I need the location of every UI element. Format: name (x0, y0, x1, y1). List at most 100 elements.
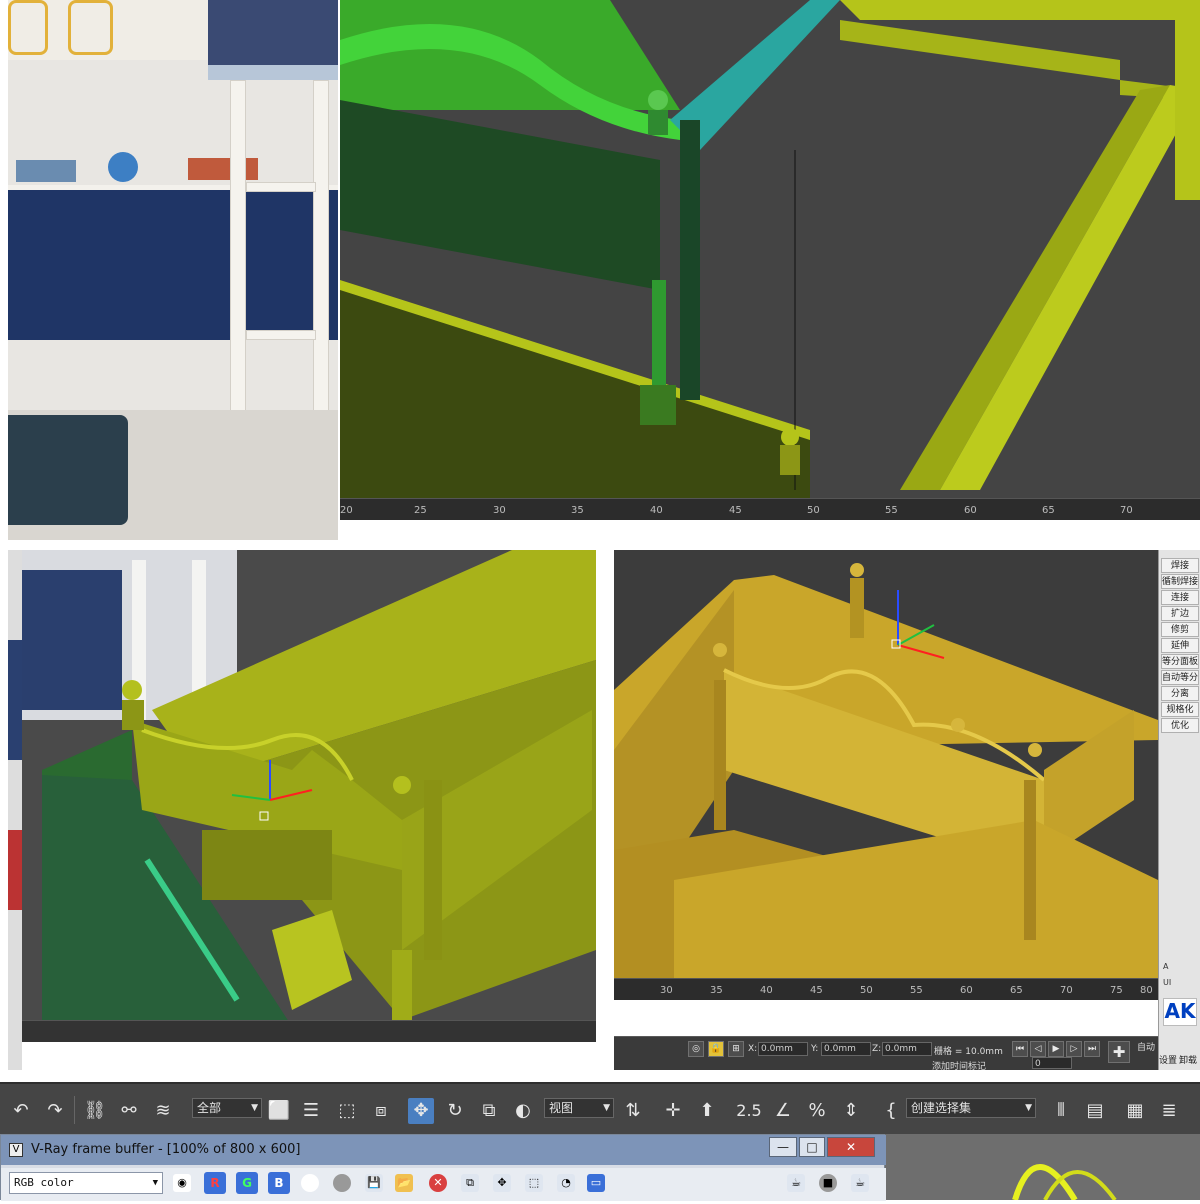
viewport-perspective-top[interactable]: 20 25 30 35 40 45 50 55 60 65 70 (340, 0, 1200, 520)
timeline-tick: 35 (571, 505, 584, 516)
link-to-render-icon[interactable]: ▭ (587, 1174, 605, 1192)
timeline-tick: 70 (1060, 985, 1073, 996)
viewport-perspective-bottom-right[interactable]: 30 35 40 45 50 55 60 65 70 75 80 (614, 550, 1158, 1000)
link-icon[interactable]: ⛓ (82, 1098, 108, 1124)
red-channel-button[interactable]: R (204, 1172, 226, 1194)
blue-channel-button[interactable]: B (268, 1172, 290, 1194)
lock-icon[interactable]: 🔒 (708, 1041, 724, 1057)
named-selection-set-dropdown[interactable]: 创建选择集 ▼ (906, 1098, 1036, 1118)
vfb-title-bar[interactable]: V V-Ray frame buffer - [100% of 800 x 60… (1, 1135, 886, 1165)
top-timeline[interactable]: 20 25 30 35 40 45 50 55 60 65 70 (340, 498, 1200, 520)
bottom-left-timeline[interactable] (22, 1020, 596, 1042)
render-teapot-icon[interactable]: ☕ (787, 1174, 805, 1192)
select-and-scale-icon[interactable]: ⧉ (476, 1098, 502, 1124)
rectangular-selection-icon[interactable]: ⬚ (334, 1098, 360, 1124)
scene-explorer-icon[interactable]: ▦ (1122, 1098, 1148, 1124)
percent-snap-icon[interactable]: % (804, 1098, 830, 1124)
uninstall-label[interactable]: 卸载 (1179, 1053, 1197, 1066)
settings-label[interactable]: 设置 (1159, 1053, 1177, 1066)
timeline-tick: 65 (1042, 505, 1055, 516)
bottom-right-timeline[interactable]: 30 35 40 45 50 55 60 65 70 75 80 (614, 978, 1158, 1000)
go-to-end-icon[interactable]: ⏭ (1084, 1041, 1100, 1057)
select-and-place-icon[interactable]: ◐ (510, 1098, 536, 1124)
weld-button[interactable]: 焊接 (1161, 558, 1199, 573)
current-frame-field[interactable]: 0 (1032, 1057, 1072, 1069)
trim-button[interactable]: 修剪 (1161, 622, 1199, 637)
timeline-tick: 50 (860, 985, 873, 996)
target-weld-button[interactable]: 循制焊接 (1161, 574, 1199, 589)
render-settings-icon[interactable]: ☕ (851, 1174, 869, 1192)
add-time-tag-link[interactable]: 添加时间标记 (932, 1059, 986, 1072)
color-channels-icon[interactable]: ◉ (173, 1174, 191, 1192)
select-and-rotate-icon[interactable]: ↻ (442, 1098, 468, 1124)
render-last-icon[interactable]: ◔ (557, 1174, 575, 1192)
undo-icon[interactable]: ↶ (8, 1098, 34, 1124)
select-and-move-icon[interactable]: ✥ (408, 1098, 434, 1124)
y-coordinate-field[interactable]: 0.0mm (821, 1042, 871, 1056)
window-crossing-icon[interactable]: ⧈ (368, 1098, 394, 1124)
bed-model-olive-render (22, 550, 596, 1042)
snaps-toggle-icon[interactable]: 2.5 (736, 1098, 762, 1124)
clear-image-icon[interactable]: ✕ (429, 1174, 447, 1192)
layer-explorer-icon[interactable]: ≣ (1156, 1098, 1182, 1124)
command-panel: 焊接 循制焊接 连接 扩边 修剪 延伸 等分面板 自动等分 分离 规格化 优化 … (1137, 550, 1200, 1070)
close-button[interactable]: ✕ (827, 1137, 875, 1157)
next-frame-icon[interactable]: ▷ (1066, 1041, 1082, 1057)
detach-button[interactable]: 分离 (1161, 686, 1199, 701)
save-image-icon[interactable]: 💾 (365, 1174, 383, 1192)
unlink-icon[interactable]: ⚯ (116, 1098, 142, 1124)
spinner-snap-icon[interactable]: ⇕ (838, 1098, 864, 1124)
timeline-tick: 60 (960, 985, 973, 996)
render-preview-background (885, 1134, 1200, 1202)
keyboard-shortcut-override-icon[interactable]: ⬆ (694, 1098, 720, 1124)
select-object-icon[interactable]: ⬜ (266, 1098, 292, 1124)
alpha-channel-icon[interactable] (301, 1174, 319, 1192)
green-channel-button[interactable]: G (236, 1172, 258, 1194)
select-by-name-icon[interactable]: ☰ (298, 1098, 324, 1124)
reference-coordinate-dropdown[interactable]: 视图 ▼ (544, 1098, 614, 1118)
absolute-mode-icon[interactable]: ⊞ (728, 1041, 744, 1057)
x-coordinate-field[interactable]: 0.0mm (758, 1042, 808, 1056)
redo-icon[interactable]: ↷ (42, 1098, 68, 1124)
auto-label: 自动 (1137, 1043, 1156, 1053)
vray-logo-icon: V (9, 1143, 23, 1157)
select-manipulate-icon[interactable]: ✛ (660, 1098, 686, 1124)
optimize-button[interactable]: 优化 (1161, 718, 1199, 733)
track-mouse-icon[interactable]: ✥ (493, 1174, 511, 1192)
edit-named-selection-icon[interactable]: { (878, 1098, 904, 1124)
bed-model-gold-render (614, 550, 1158, 1000)
bind-space-warp-icon[interactable]: ≋ (150, 1098, 176, 1124)
vray-frame-buffer-window: V V-Ray frame buffer - [100% of 800 x 60… (0, 1134, 886, 1201)
selection-filter-dropdown[interactable]: 全部 ▼ (192, 1098, 262, 1118)
stop-render-icon[interactable]: ■ (819, 1174, 837, 1192)
reference-photo-top (8, 0, 338, 540)
maximize-button[interactable]: □ (799, 1137, 825, 1157)
minimize-button[interactable]: — (769, 1137, 797, 1157)
extend-button[interactable]: 延伸 (1161, 638, 1199, 653)
normalize-button[interactable]: 规格化 (1161, 702, 1199, 717)
isolate-icon[interactable]: ◎ (688, 1041, 704, 1057)
reference-coordinate-value: 视图 (549, 1101, 574, 1115)
channel-select[interactable]: RGB color ▼ (9, 1172, 163, 1194)
y-label: Y: (811, 1044, 819, 1054)
play-icon[interactable]: ▶ (1048, 1041, 1064, 1057)
load-image-icon[interactable]: 📂 (395, 1174, 413, 1192)
mirror-icon[interactable]: ⫴ (1048, 1098, 1074, 1124)
region-render-icon[interactable]: ⬚ (525, 1174, 543, 1192)
go-to-start-icon[interactable]: ⏮ (1012, 1041, 1028, 1057)
z-coordinate-field[interactable]: 0.0mm (882, 1042, 932, 1056)
divide-panel-button[interactable]: 等分面板 (1161, 654, 1199, 669)
add-key-icon[interactable]: ✚ (1108, 1041, 1130, 1063)
timeline-tick: 45 (810, 985, 823, 996)
pivot-center-icon[interactable]: ⇅ (620, 1098, 646, 1124)
extend-edge-button[interactable]: 扩边 (1161, 606, 1199, 621)
timeline-tick: 75 (1110, 985, 1123, 996)
viewport-perspective-bottom-left[interactable] (22, 550, 596, 1042)
monochrome-icon[interactable] (333, 1174, 351, 1192)
duplicate-to-vfb-icon[interactable]: ⧉ (461, 1174, 479, 1192)
connect-button[interactable]: 连接 (1161, 590, 1199, 605)
previous-frame-icon[interactable]: ◁ (1030, 1041, 1046, 1057)
angle-snap-icon[interactable]: ∠ (770, 1098, 796, 1124)
auto-divide-button[interactable]: 自动等分 (1161, 670, 1199, 685)
align-icon[interactable]: ▤ (1082, 1098, 1108, 1124)
